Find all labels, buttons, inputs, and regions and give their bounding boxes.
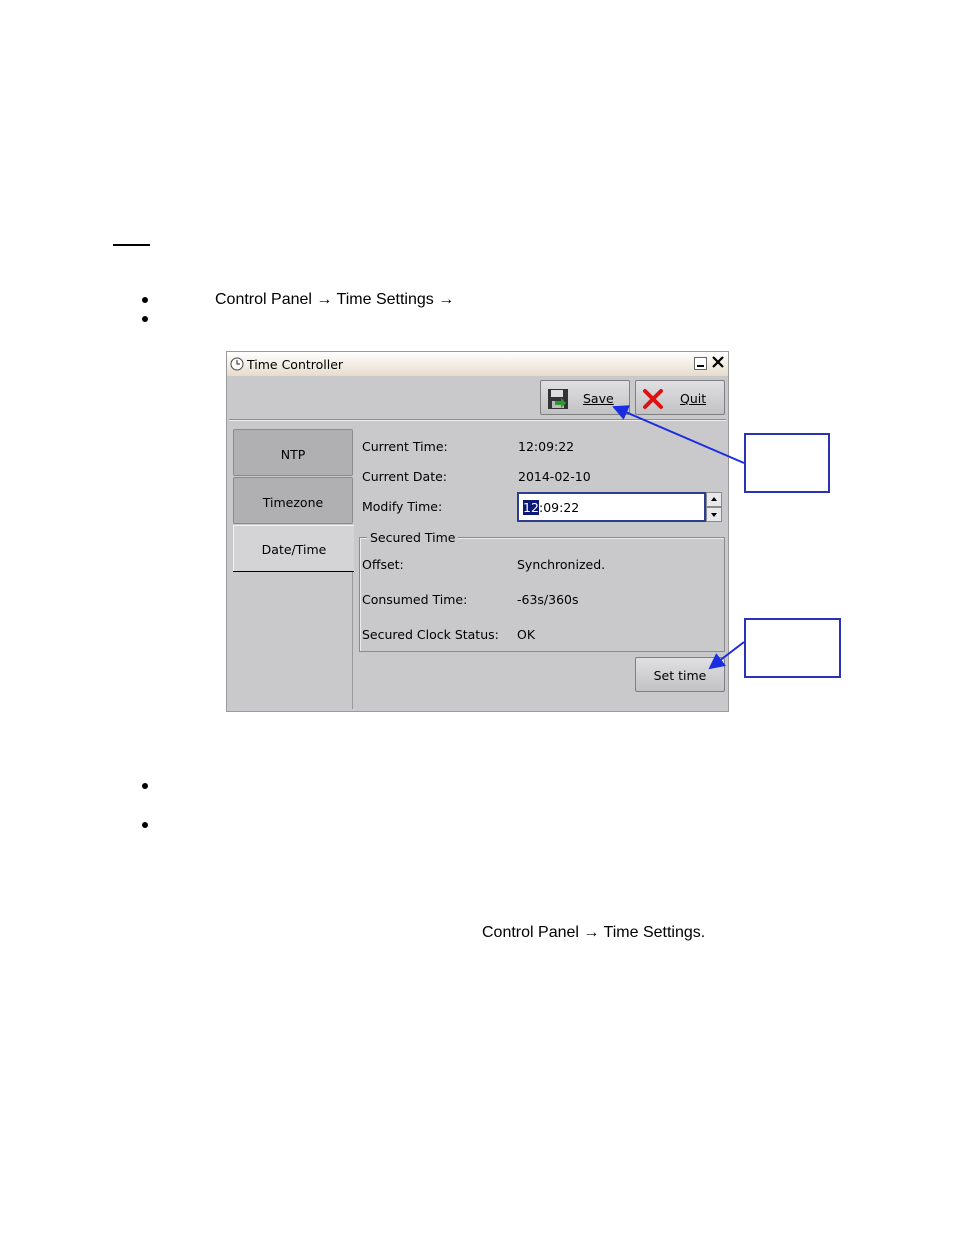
- current-time-value: 12:09:22: [518, 439, 575, 454]
- modify-time-input[interactable]: 12 :09:22: [517, 492, 706, 522]
- save-label: Save: [583, 391, 614, 406]
- modify-time-selected-hours: 12: [523, 500, 539, 515]
- bottom-path-text: Control Panel → Time Settings.: [482, 924, 706, 941]
- secured-clock-status-value: OK: [517, 627, 536, 642]
- tab-timezone-label: Timezone: [262, 495, 324, 510]
- tab-date-time-label: Date/Time: [261, 542, 327, 557]
- bullet-text-path: Control Panel → Time Settings →: [215, 291, 455, 308]
- current-time-label: Current Time:: [362, 439, 448, 454]
- quit-label: Quit: [680, 391, 707, 406]
- tab-ntp-label: NTP: [280, 447, 306, 462]
- bullet-dot: [142, 297, 148, 303]
- minimize-icon[interactable]: [694, 357, 707, 370]
- time-controller-window: Time Controller Save Quit NTP Timezone D…: [226, 351, 729, 712]
- window-title: Time Controller: [247, 357, 344, 372]
- secured-time-group: Secured Time Offset: Synchronized. Consu…: [359, 530, 725, 652]
- modify-time-label: Modify Time:: [362, 499, 443, 514]
- current-date-label: Current Date:: [362, 469, 448, 484]
- save-callout-box: [744, 433, 830, 493]
- modify-time-remaining: :09:22: [539, 500, 580, 515]
- tab-timezone[interactable]: Timezone: [233, 477, 353, 524]
- chevron-down-icon: [711, 513, 717, 517]
- clock-icon: [230, 357, 244, 376]
- bullet-dot: [142, 783, 148, 789]
- tab-underline: [233, 571, 354, 572]
- current-date-value: 2014-02-10: [518, 469, 591, 484]
- offset-label: Offset:: [362, 557, 404, 572]
- window-titlebar: Time Controller: [227, 352, 728, 376]
- tab-ntp[interactable]: NTP: [233, 429, 353, 476]
- bullet-dot: [142, 822, 148, 828]
- tab-panel-divider: [352, 572, 353, 709]
- set-time-button[interactable]: Set time: [635, 657, 725, 692]
- tab-date-time[interactable]: Date/Time: [233, 525, 354, 572]
- consumed-time-value: -63s/360s: [517, 592, 579, 607]
- consumed-time-label: Consumed Time:: [362, 592, 468, 607]
- set-time-label: Set time: [653, 668, 707, 683]
- secured-time-legend: Secured Time: [367, 530, 459, 545]
- save-button[interactable]: Save: [540, 380, 630, 415]
- quit-x-icon: [642, 388, 664, 415]
- offset-value: Synchronized.: [517, 557, 606, 572]
- section-heading-underline: [113, 244, 150, 246]
- spin-down-button[interactable]: [706, 507, 722, 522]
- toolbar-divider: [229, 419, 726, 421]
- bullet-dot: [142, 316, 148, 322]
- secured-clock-status-label: Secured Clock Status:: [362, 627, 499, 642]
- spin-up-button[interactable]: [706, 492, 722, 507]
- quit-button[interactable]: Quit: [635, 380, 725, 415]
- save-disk-icon: [547, 388, 569, 415]
- set-time-callout-box: [744, 618, 841, 678]
- chevron-up-icon: [711, 497, 717, 501]
- close-icon[interactable]: [711, 355, 725, 374]
